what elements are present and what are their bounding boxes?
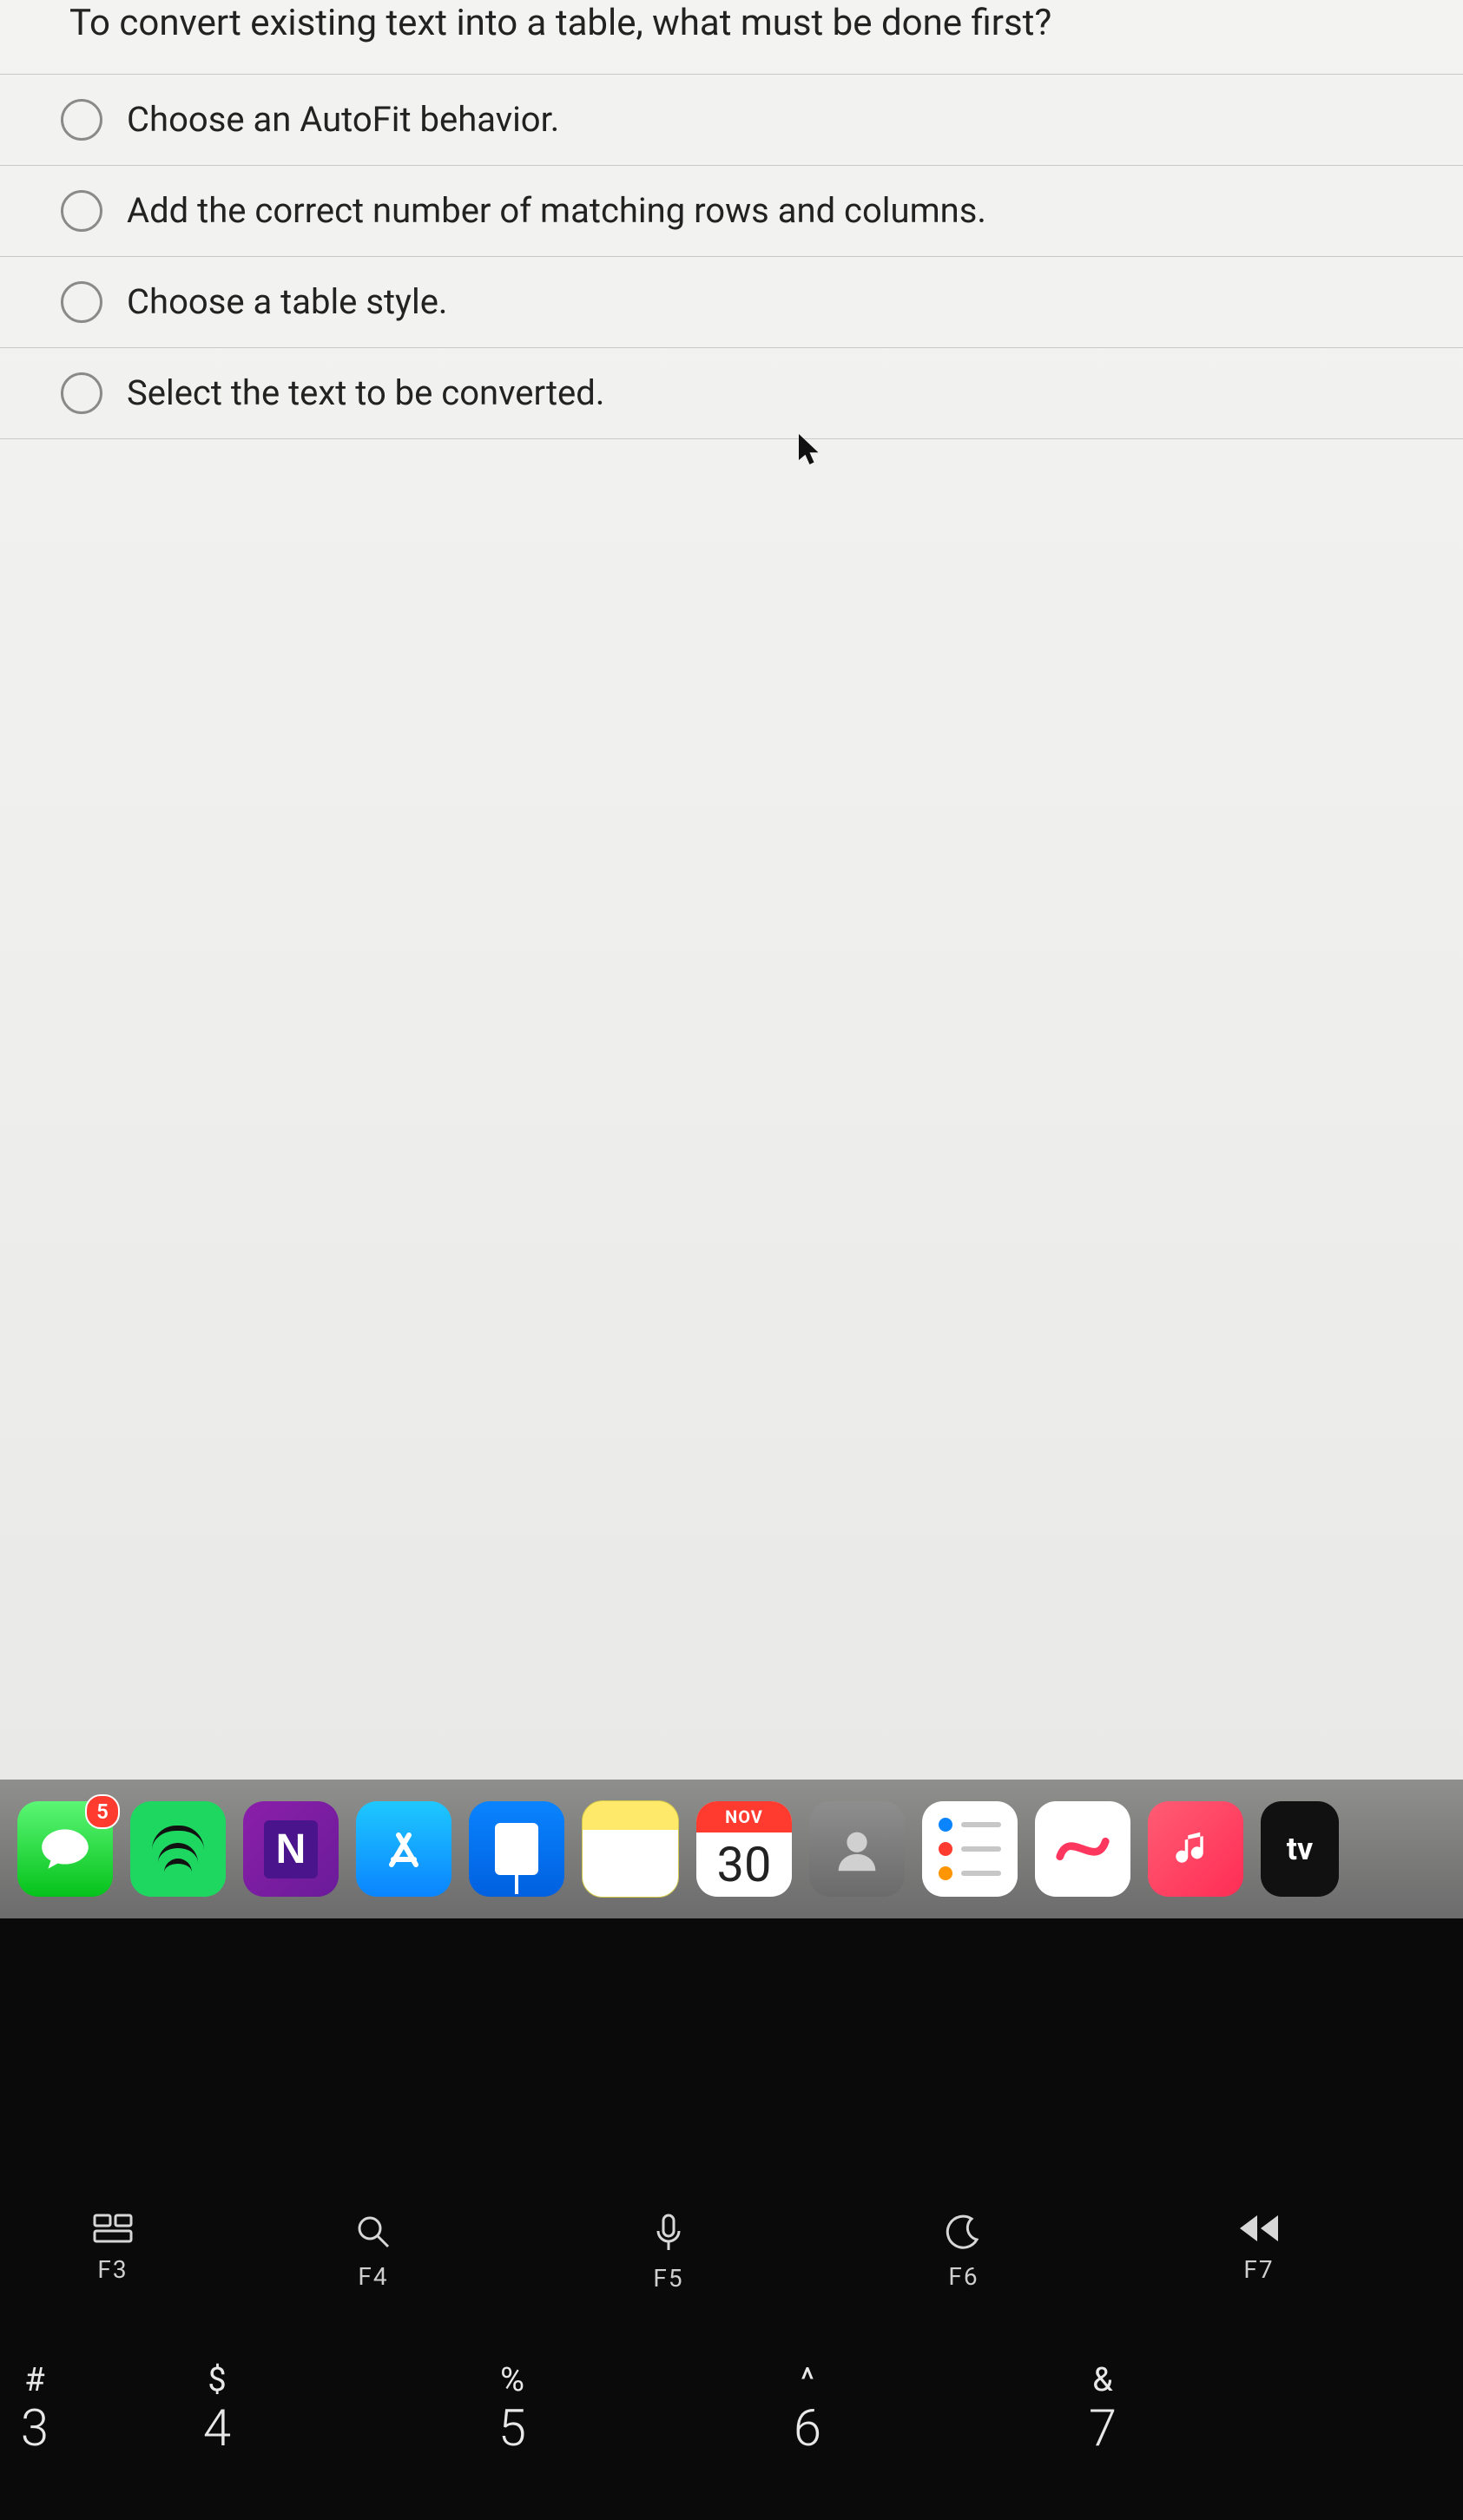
radio-icon[interactable] bbox=[61, 372, 102, 414]
key-3[interactable]: # 3 bbox=[0, 2361, 69, 2458]
mission-control-icon bbox=[0, 2214, 226, 2250]
radio-icon[interactable] bbox=[61, 281, 102, 323]
search-icon bbox=[226, 2214, 521, 2257]
key-7[interactable]: & 7 bbox=[955, 2361, 1250, 2458]
appstore-app-icon[interactable] bbox=[356, 1801, 451, 1897]
notes-app-icon[interactable] bbox=[582, 1800, 679, 1898]
option-row-0[interactable]: Choose an AutoFit behavior. bbox=[0, 75, 1463, 166]
option-label: Add the correct number of matching rows … bbox=[127, 190, 986, 231]
music-app-icon[interactable] bbox=[1148, 1801, 1243, 1897]
tv-label: tv bbox=[1287, 1831, 1313, 1867]
onenote-app-icon[interactable]: N bbox=[243, 1801, 339, 1897]
key-6[interactable]: ^ 6 bbox=[660, 2361, 955, 2458]
key-f6[interactable]: F6 bbox=[816, 2214, 1111, 2293]
number-key-row: # 3 $ 4 % 5 ^ 6 & 7 bbox=[0, 2361, 1463, 2458]
option-row-3[interactable]: Select the text to be converted. bbox=[0, 348, 1463, 439]
messages-app-icon[interactable]: 5 bbox=[17, 1801, 113, 1897]
dock: 5 N NOV 30 bbox=[0, 1780, 1463, 1918]
option-label: Choose an AutoFit behavior. bbox=[127, 99, 559, 140]
cursor-icon bbox=[799, 434, 825, 477]
question-text: To convert existing text into a table, w… bbox=[0, 0, 1463, 75]
function-key-row: F3 F4 F5 F6 F7 bbox=[0, 2214, 1463, 2293]
quiz-screen: To convert existing text into a table, w… bbox=[0, 0, 1463, 1780]
key-f5[interactable]: F5 bbox=[521, 2214, 816, 2293]
option-row-1[interactable]: Add the correct number of matching rows … bbox=[0, 166, 1463, 257]
contacts-app-icon[interactable] bbox=[809, 1801, 905, 1897]
calendar-app-icon[interactable]: NOV 30 bbox=[696, 1801, 792, 1897]
messages-badge: 5 bbox=[85, 1794, 120, 1829]
calendar-month: NOV bbox=[696, 1801, 792, 1832]
option-label: Select the text to be converted. bbox=[127, 372, 604, 413]
option-row-2[interactable]: Choose a table style. bbox=[0, 257, 1463, 348]
spotify-app-icon[interactable] bbox=[130, 1801, 226, 1897]
key-f3[interactable]: F3 bbox=[0, 2214, 226, 2293]
radio-icon[interactable] bbox=[61, 99, 102, 141]
option-label: Choose a table style. bbox=[127, 281, 447, 322]
key-f4[interactable]: F4 bbox=[226, 2214, 521, 2293]
key-f7[interactable]: F7 bbox=[1111, 2214, 1407, 2293]
keynote-app-icon[interactable] bbox=[469, 1801, 564, 1897]
radio-icon[interactable] bbox=[61, 190, 102, 232]
key-4[interactable]: $ 4 bbox=[69, 2361, 365, 2458]
rewind-icon bbox=[1111, 2214, 1407, 2250]
appletv-app-icon[interactable]: tv bbox=[1261, 1801, 1339, 1897]
freeform-app-icon[interactable] bbox=[1035, 1801, 1130, 1897]
key-5[interactable]: % 5 bbox=[365, 2361, 660, 2458]
do-not-disturb-icon bbox=[816, 2214, 1111, 2257]
microphone-icon bbox=[521, 2214, 816, 2259]
reminders-app-icon[interactable] bbox=[922, 1801, 1018, 1897]
calendar-day: 30 bbox=[717, 1832, 772, 1897]
